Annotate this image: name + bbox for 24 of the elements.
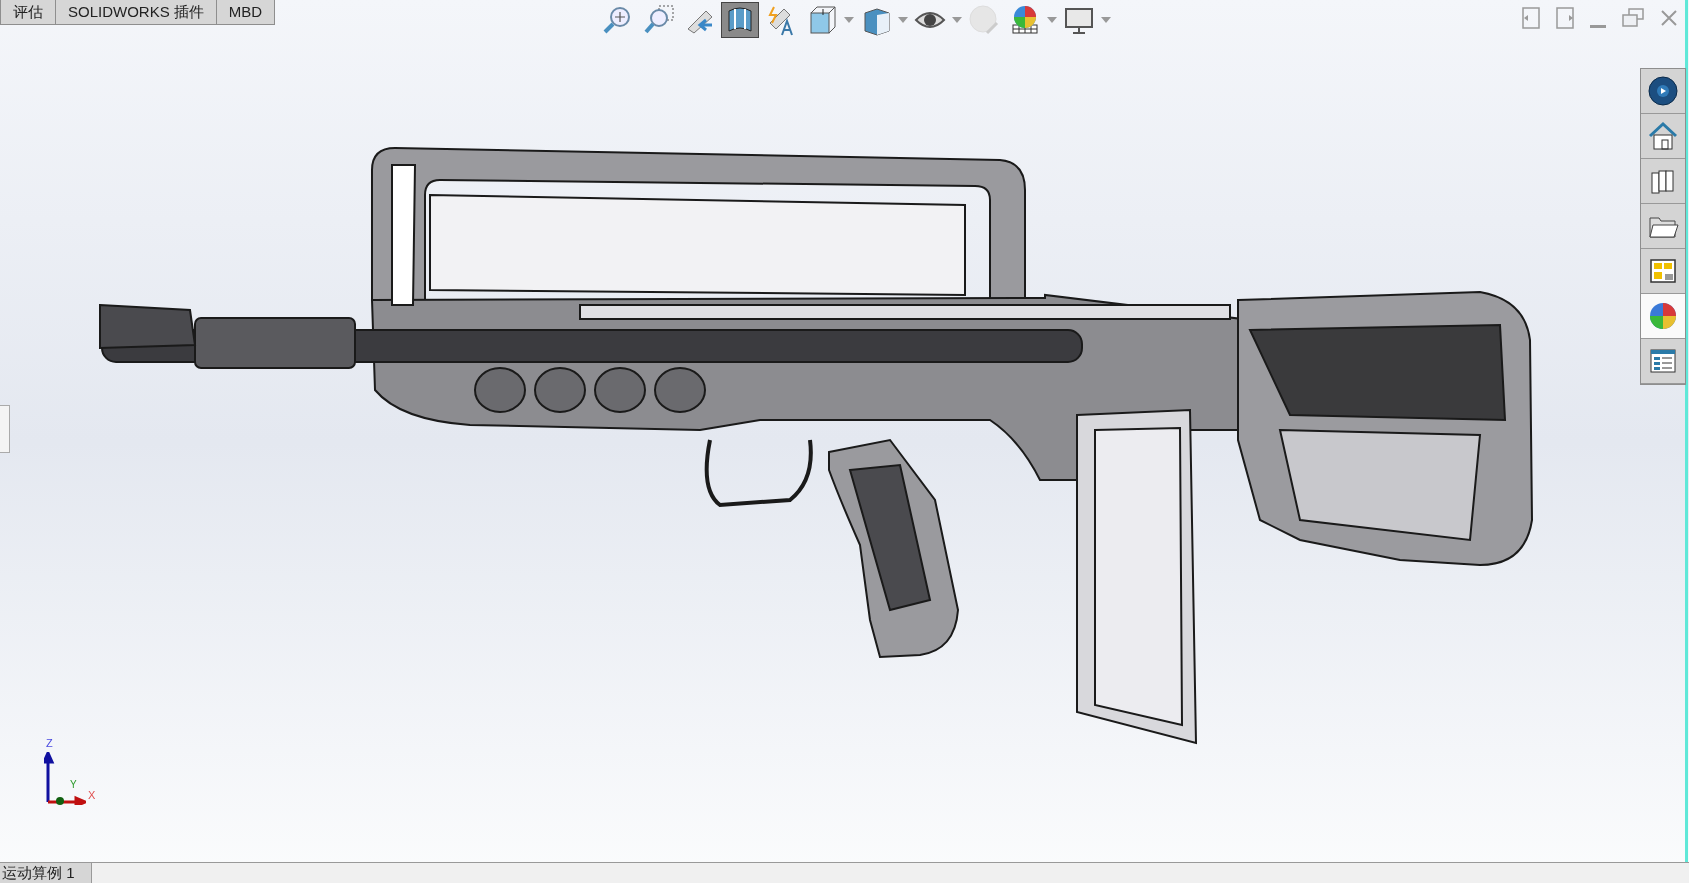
caret-icon[interactable] (952, 17, 962, 23)
axis-label: Z (46, 738, 53, 749)
panel-handle[interactable] (0, 405, 10, 453)
axis-label: Y (70, 780, 77, 790)
ribbon-tab[interactable]: MBD (215, 0, 275, 24)
resources-icon (1647, 75, 1679, 107)
caret-icon[interactable] (898, 17, 908, 23)
dock-right-icon[interactable] (1555, 6, 1575, 30)
caret-icon[interactable] (1047, 17, 1057, 23)
color-ball-tab[interactable] (1641, 294, 1685, 339)
color-ball-icon (1647, 300, 1679, 332)
axis-triad-icon (44, 752, 86, 805)
caret-icon[interactable] (844, 17, 854, 23)
close-icon[interactable] (1659, 8, 1679, 28)
section-view-button[interactable] (721, 2, 759, 38)
caret-icon[interactable] (1101, 17, 1111, 23)
home-icon (1647, 120, 1679, 152)
restore-icon[interactable] (1621, 6, 1645, 30)
ribbon-tab[interactable]: SOLIDWORKS 插件 (55, 0, 216, 24)
motion-study-tab[interactable]: 运动算例 1 (0, 863, 92, 883)
ribbon-tab[interactable]: 评估 (1, 0, 55, 24)
axis-label: X (88, 790, 96, 801)
dock-left-icon[interactable] (1521, 6, 1541, 30)
sphere-pencil-icon (967, 3, 1001, 37)
